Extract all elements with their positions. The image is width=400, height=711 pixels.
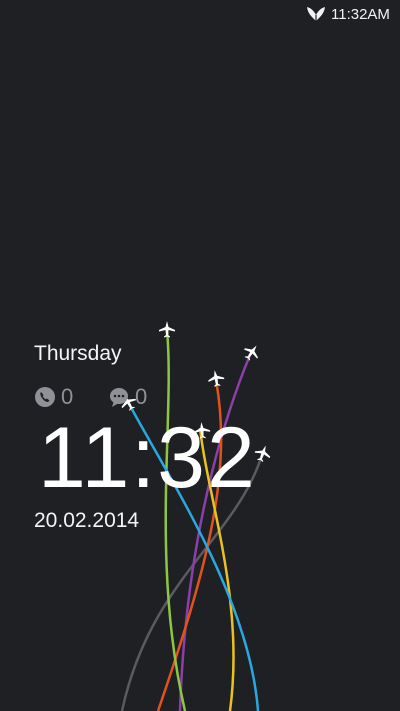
missed-calls-indicator[interactable]: 0 <box>34 383 84 411</box>
unread-messages-count: 0 <box>135 384 148 409</box>
airplane-icon <box>244 345 258 361</box>
unread-messages-indicator[interactable]: 0 <box>108 383 158 411</box>
date-label: 20.02.2014 <box>34 509 140 532</box>
status-bar: 11:32AM <box>0 0 400 30</box>
leaf-butterfly-icon <box>307 7 325 21</box>
lockscreen-clock: 11:32 <box>38 410 257 506</box>
airplane-icon <box>208 370 225 387</box>
airplane-icon <box>159 321 175 338</box>
trail-purple <box>178 354 252 711</box>
notification-counters: 0 0 <box>34 383 164 411</box>
lock-screen: 11:32AM Thursday 0 0 11:32 20.02.2014 <box>0 0 400 711</box>
status-bar-time: 11:32AM <box>331 6 390 23</box>
missed-calls-count: 0 <box>61 384 74 409</box>
weekday-label: Thursday <box>34 342 122 365</box>
phone-icon <box>35 387 55 407</box>
message-bubble-icon <box>110 388 128 407</box>
